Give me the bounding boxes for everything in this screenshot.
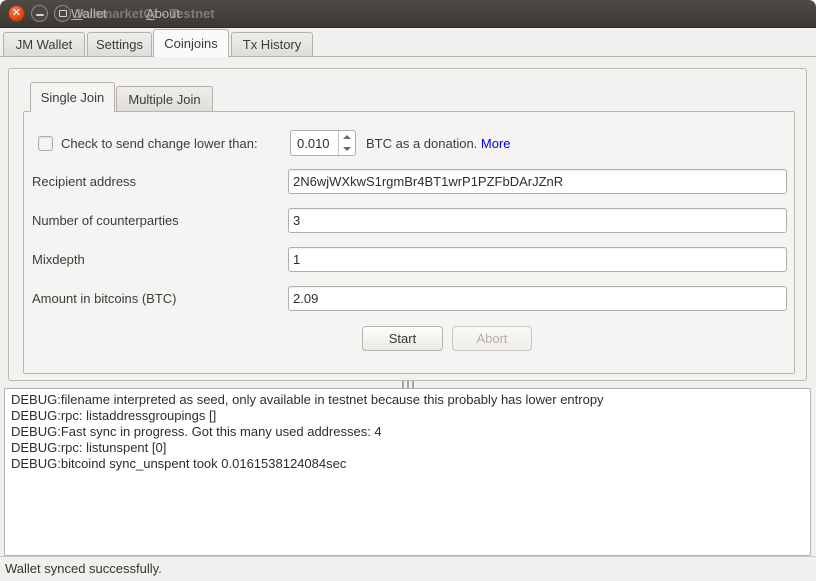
- log-line: DEBUG:rpc: listunspent [0]: [11, 440, 804, 456]
- splitter-handle[interactable]: [0, 381, 816, 388]
- maximize-icon[interactable]: [54, 5, 71, 22]
- mixdepth-input[interactable]: [288, 247, 787, 272]
- log-line: DEBUG:filename interpreted as seed, only…: [11, 392, 804, 408]
- tab-tx-history[interactable]: Tx History: [231, 32, 313, 56]
- menu-item-about[interactable]: About: [146, 6, 180, 21]
- minimize-glyph: [36, 14, 44, 16]
- title-bar: ✕ JoinmarketQt - Testnet Wallet About: [0, 0, 816, 28]
- mixdepth-label: Mixdepth: [32, 252, 85, 267]
- tab-settings[interactable]: Settings: [87, 32, 152, 56]
- donation-suffix-text: BTC as a donation.: [366, 136, 481, 151]
- spinbox-buttons: [338, 131, 355, 155]
- start-button[interactable]: Start: [362, 326, 443, 351]
- app-window: ✕ JoinmarketQt - Testnet Wallet About JM…: [0, 0, 816, 581]
- status-message: Wallet synced successfully.: [5, 561, 162, 576]
- tab-jm-wallet[interactable]: JM Wallet: [3, 32, 85, 56]
- minimize-icon[interactable]: [31, 5, 48, 22]
- donation-spinbox: [290, 130, 356, 156]
- donation-amount-input[interactable]: [291, 131, 337, 155]
- counterparties-input[interactable]: [288, 208, 787, 233]
- donation-checkbox[interactable]: [38, 136, 53, 151]
- maximize-glyph: [59, 10, 67, 17]
- log-line: DEBUG:Fast sync in progress. Got this ma…: [11, 424, 804, 440]
- spin-down-icon[interactable]: [343, 147, 351, 151]
- tab-multiple-join[interactable]: Multiple Join: [116, 86, 213, 112]
- tab-coinjoins[interactable]: Coinjoins: [153, 29, 229, 57]
- abort-button[interactable]: Abort: [452, 326, 532, 351]
- recipient-address-label: Recipient address: [32, 174, 136, 189]
- donation-label: Check to send change lower than:: [61, 136, 258, 151]
- single-join-pane: Check to send change lower than: BTC as …: [23, 111, 795, 374]
- log-line: DEBUG:rpc: listaddressgroupings []: [11, 408, 804, 424]
- spin-up-icon[interactable]: [343, 135, 351, 139]
- status-bar: Wallet synced successfully.: [0, 556, 816, 581]
- log-line: DEBUG:bitcoind sync_unspent took 0.01615…: [11, 456, 804, 472]
- more-link[interactable]: More: [481, 136, 511, 151]
- tab-baseline: [0, 56, 816, 57]
- amount-label: Amount in bitcoins (BTC): [32, 291, 177, 306]
- recipient-address-input[interactable]: [288, 169, 787, 194]
- menu-item-wallet[interactable]: Wallet: [71, 6, 107, 21]
- close-icon[interactable]: ✕: [8, 5, 25, 22]
- counterparties-label: Number of counterparties: [32, 213, 179, 228]
- tab-single-join[interactable]: Single Join: [30, 82, 115, 112]
- amount-input[interactable]: [288, 286, 787, 311]
- debug-log[interactable]: DEBUG:filename interpreted as seed, only…: [4, 388, 811, 556]
- coinjoins-groupbox: Single Join Multiple Join Check to send …: [8, 68, 807, 381]
- donation-suffix: BTC as a donation. More: [366, 136, 511, 151]
